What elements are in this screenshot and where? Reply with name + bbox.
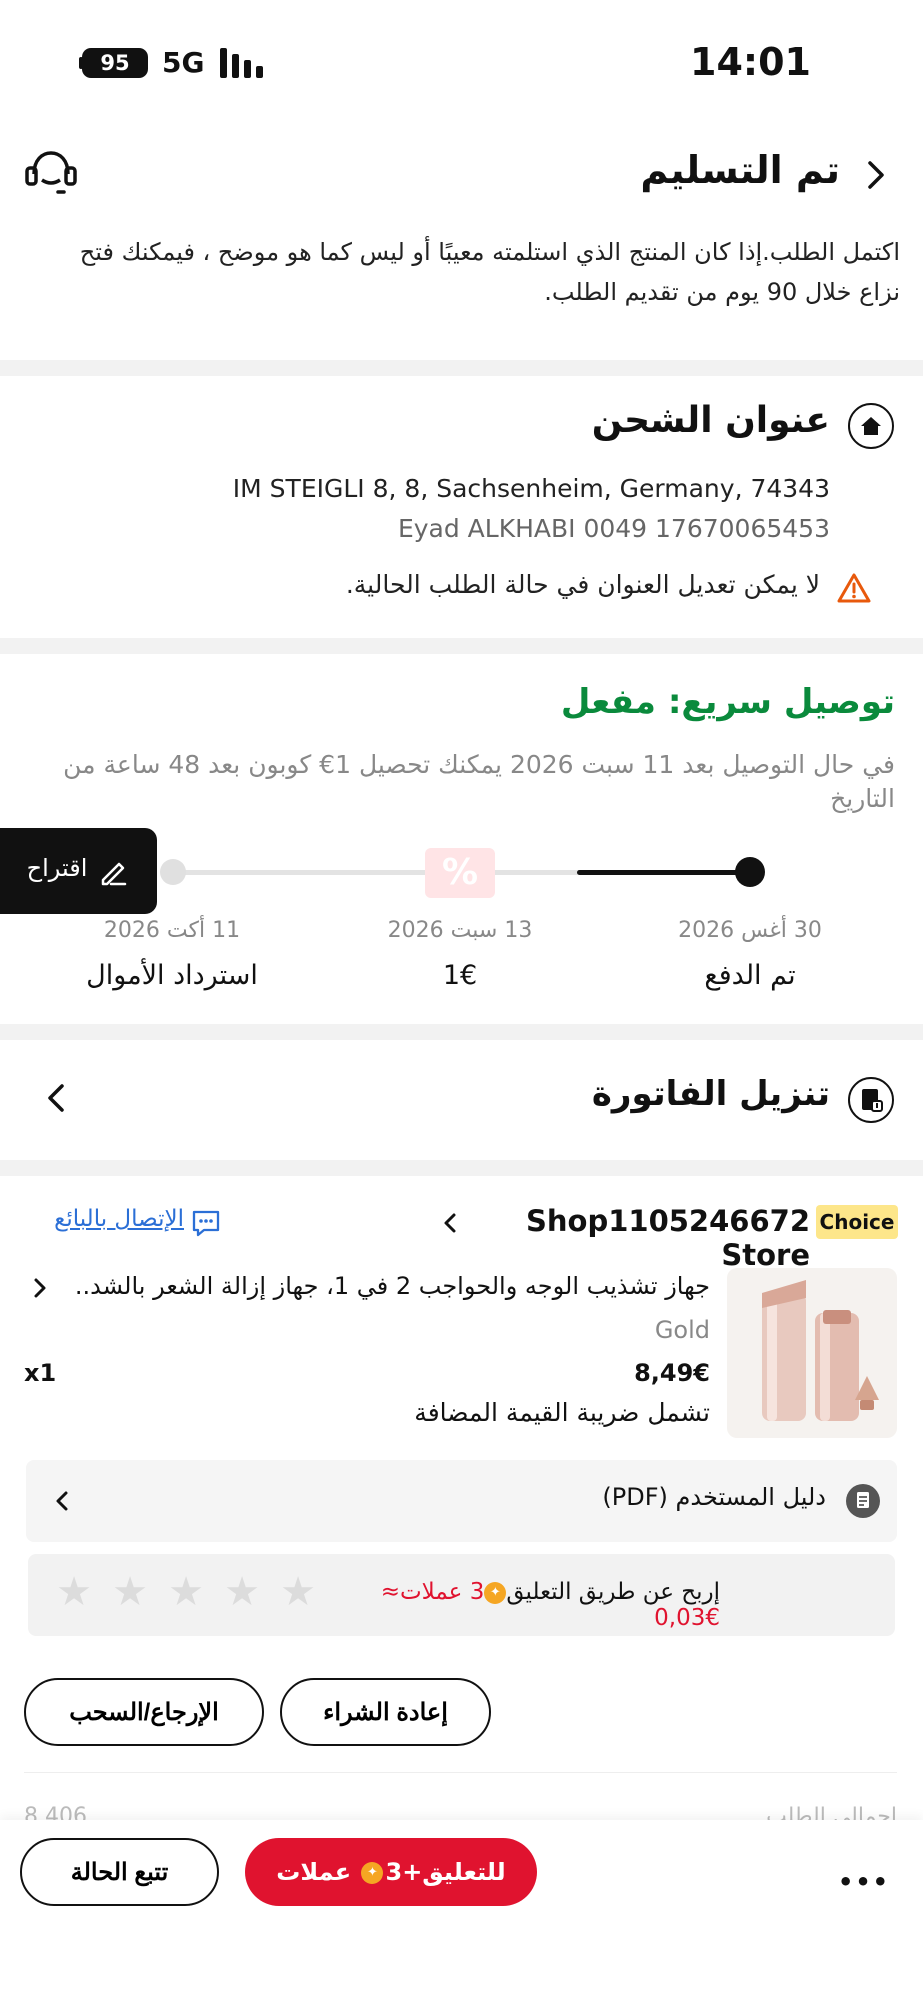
invoice-row[interactable]: تنزيل الفاتورة (0, 1040, 923, 1158)
divider (24, 1772, 897, 1773)
review-button-suffix: عملات (276, 1858, 360, 1886)
user-manual-label: دليل المستخدم (PDF) (602, 1483, 826, 1511)
page-title: تم التسليم (640, 148, 840, 192)
step-date-coupon: 13 سبت 2026 (387, 918, 533, 943)
network-label: 5G (162, 46, 205, 79)
shipping-title: عنوان الشحن (591, 400, 830, 441)
shipping-contact: Eyad ALKHABI 0049 17670065453 (397, 514, 830, 543)
timeline-progress (577, 870, 750, 875)
product-quantity: x1 (24, 1359, 57, 1387)
suggest-button[interactable]: اقتراح (0, 828, 157, 914)
home-icon (848, 403, 894, 449)
star-icon[interactable]: ★ (222, 1572, 262, 1612)
review-button-count: 3 (385, 1858, 403, 1886)
battery-tip (79, 57, 83, 69)
review-text: إربح عن طريق التعليق (506, 1579, 720, 1605)
product-variant: Gold (654, 1316, 710, 1344)
step-date-paid: 30 أغس 2026 (678, 918, 822, 943)
choice-badge: Choice (816, 1205, 898, 1239)
vat-note: تشمل ضريبة القيمة المضافة (414, 1398, 710, 1427)
star-icon[interactable]: ★ (110, 1572, 150, 1612)
clock: 14:01 (690, 40, 811, 84)
timeline-dot-refund (160, 859, 186, 885)
coin-icon: ✦ (361, 1862, 384, 1884)
signal-icon (220, 48, 270, 78)
status-bar: 95 5G 14:01 (0, 0, 923, 110)
coin-icon: ✦ (484, 1581, 507, 1604)
battery-indicator: 95 (82, 48, 148, 78)
back-chevron-icon[interactable] (860, 155, 890, 195)
contact-seller-link[interactable]: الإتصال بالبائع (24, 1206, 234, 1242)
rebuy-button[interactable]: إعادة الشراء (280, 1678, 491, 1746)
fast-delivery-title: توصيل سريع: مفعل (560, 682, 895, 722)
step-date-refund: 11 أكت 2026 (103, 918, 241, 943)
bottom-bar: ••• للتعليق+3✦ عملات تتبع الحالة (0, 1820, 923, 2000)
step-label-refund: استرداد الأموال (86, 960, 258, 991)
completion-notice: اكتمل الطلب.إذا كان المنتج الذي استلمته … (79, 238, 900, 306)
invoice-icon (848, 1077, 894, 1123)
product-image[interactable] (727, 1268, 897, 1438)
shipping-address: IM STEIGLI 8, 8, Sachsenheim, Germany, 7… (232, 474, 830, 503)
chat-icon (190, 1208, 222, 1238)
star-icon[interactable]: ★ (166, 1572, 206, 1612)
warning-icon (836, 572, 872, 604)
store-chevron-icon[interactable] (440, 1208, 460, 1238)
product-price: 8,49€ (634, 1359, 710, 1387)
user-manual-row[interactable]: دليل المستخدم (PDF) (26, 1460, 897, 1542)
star-icon[interactable]: ★ (278, 1572, 318, 1612)
timeline-dot-paid (735, 857, 765, 887)
review-prompt: إربح عن طريق التعليق✦3 عملات≈ €0,03 (330, 1579, 720, 1631)
contact-seller-label: الإتصال بالبائع (54, 1206, 184, 1232)
more-options-icon[interactable]: ••• (838, 1862, 888, 1902)
product-title[interactable]: جهاز تشذيب الوجه والحواجب 2 في 1، جهاز إ… (75, 1272, 710, 1300)
review-for-coins-button[interactable]: للتعليق+3✦ عملات (245, 1838, 537, 1906)
address-warning: لا يمكن تعديل العنوان في حالة الطلب الحا… (345, 570, 820, 599)
step-label-coupon: 1€ (442, 960, 478, 991)
document-icon (846, 1484, 880, 1518)
step-label-paid: تم الدفع (704, 960, 796, 991)
track-status-button[interactable]: تتبع الحالة (20, 1838, 219, 1906)
fast-delivery-description: في حال التوصيل بعد 11 سبت 2026 يمكنك تحص… (63, 750, 895, 813)
support-icon[interactable] (22, 148, 80, 198)
invoice-title: تنزيل الفاتورة (591, 1074, 830, 1114)
store-name[interactable]: Shop1105246672 Store (460, 1204, 810, 1272)
star-icon[interactable]: ★ (54, 1572, 94, 1612)
pencil-icon (97, 856, 129, 888)
return-withdraw-button[interactable]: الإرجاع/السحب (24, 1678, 264, 1746)
chevron-left-icon (42, 1078, 70, 1118)
coupon-percent-icon: % (425, 848, 495, 898)
chevron-left-icon (52, 1486, 72, 1516)
suggest-label: اقتراح (26, 854, 88, 882)
product-chevron-icon[interactable] (30, 1273, 50, 1303)
review-button-prefix: للتعليق+ (402, 1858, 506, 1886)
